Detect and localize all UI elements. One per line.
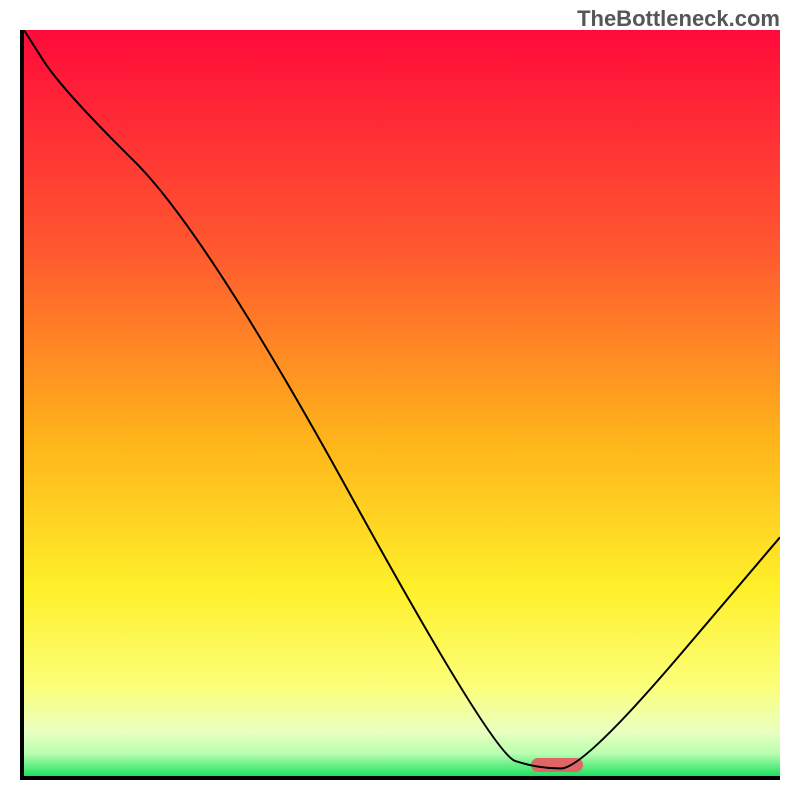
watermark-text: TheBottleneck.com — [577, 6, 780, 32]
plot-area — [20, 30, 780, 780]
optimal-range-marker — [531, 758, 584, 772]
gradient-background — [24, 30, 780, 776]
chart-frame: TheBottleneck.com — [0, 0, 800, 800]
